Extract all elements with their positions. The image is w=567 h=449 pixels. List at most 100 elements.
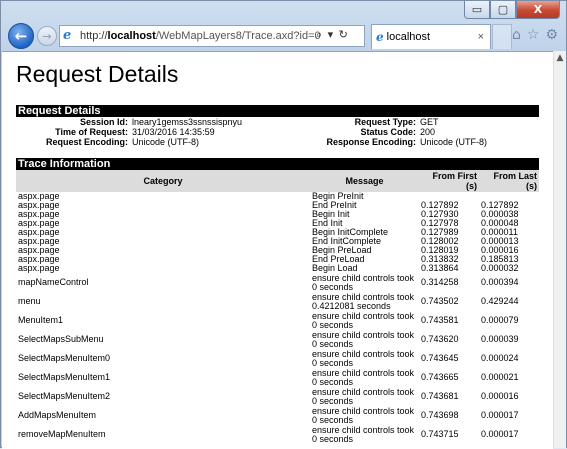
browser-toolbar: ← → e http://localhost/WebMapLayers8/Tra…: [1, 21, 566, 51]
trace-category: removeMapMenuItem: [18, 429, 106, 439]
vertical-scrollbar[interactable]: ▲: [553, 51, 566, 448]
detail-key: Session Id:: [79, 117, 128, 127]
ie-tab-icon: e: [376, 30, 384, 44]
trace-message: ensure child controls took 0 seconds: [312, 405, 415, 425]
close-icon: X: [533, 3, 543, 16]
maximize-icon: ▢: [497, 3, 509, 16]
request-detail-row: Time of Request: 31/03/2016 14:35:59 Statu…: [16, 127, 539, 137]
trace-message: ensure child controls took 0 seconds: [312, 272, 415, 292]
trace-category: aspx.page: [18, 227, 60, 237]
page-viewport: Request Details Request Details Session …: [2, 51, 553, 449]
trace-category: menu: [18, 296, 41, 306]
from-last-column-header: From Last (s): [479, 170, 539, 192]
browser-window: ▭ ▢ X ← → e http://localhost/WebMapLayer…: [0, 0, 567, 449]
trace-from-first: 0.314258: [421, 277, 459, 287]
trace-from-last: 0.429244: [481, 296, 519, 306]
detail-value: 200: [420, 127, 436, 137]
trace-from-last: 0.000032: [481, 263, 519, 273]
forward-button[interactable]: →: [37, 26, 57, 46]
request-details-header: Request Details: [16, 105, 539, 117]
trace-row: aspx.page Begin InitComplete 0.127989 0.000…: [16, 228, 539, 237]
favorites-icon[interactable]: ☆: [527, 27, 540, 43]
request-details-table: Session Id: lneary1gemss3ssnssispnyu Reque…: [16, 117, 539, 147]
trace-category: aspx.page: [18, 263, 60, 273]
trace-row: aspx.page End InitComplete 0.128002 0.00001…: [16, 237, 539, 246]
trace-message: ensure child controls took 0 seconds: [312, 367, 415, 387]
detail-value: GET: [420, 117, 439, 127]
trace-row: removeMapMenuItem ensure child controls t…: [16, 425, 539, 444]
trace-category: SelectMapsMenuItem2: [18, 391, 111, 401]
trace-category: mapNameControl: [18, 277, 89, 287]
back-button[interactable]: ←: [8, 23, 34, 49]
trace-from-first: 0.743620: [421, 334, 459, 344]
trace-row: SelectMapsMenuItem2 ensure child controls…: [16, 387, 539, 406]
trace-from-first: 0.743665: [421, 372, 459, 382]
trace-category: MenuItem1: [18, 315, 64, 325]
trace-row: menu ensure child controls took 0.4212081…: [16, 292, 539, 311]
home-icon[interactable]: ⌂: [512, 27, 521, 43]
scroll-up-icon[interactable]: ▲: [554, 53, 566, 63]
tools-icon[interactable]: ⚙: [545, 27, 558, 43]
trace-from-first: 0.743645: [421, 353, 459, 363]
from-first-column-header: From First (s): [419, 170, 479, 192]
trace-message: ensure child controls took 0 seconds: [312, 424, 415, 444]
trace-row: aspx.page Begin PreInit: [16, 192, 539, 201]
title-spacer: [16, 94, 539, 105]
detail-value: Unicode (UTF-8): [132, 137, 200, 147]
trace-message: ensure child controls took 0 seconds: [312, 386, 415, 406]
request-detail-row: Session Id: lneary1gemss3ssnssispnyu Reque…: [16, 117, 539, 127]
trace-message: ensure child controls took 0.4212081 sec…: [312, 291, 415, 311]
page-title: Request Details: [16, 61, 179, 87]
message-column-header: Message: [310, 170, 419, 192]
trace-from-first: 0.313864: [421, 263, 459, 273]
category-column-header: Category: [16, 170, 310, 192]
tab-close-icon[interactable]: ×: [478, 31, 484, 43]
minimize-icon: ▭: [471, 3, 483, 16]
trace-from-last: 0.000017: [481, 429, 519, 439]
trace-header-row: Category Message From First (s) From Las…: [16, 170, 539, 192]
trace-category: aspx.page: [18, 200, 60, 210]
tab-localhost[interactable]: e localhost ×: [371, 24, 491, 49]
ie-page-icon: e: [63, 28, 72, 43]
address-search-refresh-icons[interactable]: ⌕ ▾ ↻: [316, 28, 349, 42]
trace-from-first: 0.743581: [421, 315, 459, 325]
trace-row: MenuItem1 ensure child controls took 0 se…: [16, 311, 539, 330]
trace-category: SelectMapsSubMenu: [18, 334, 104, 344]
trace-row: aspx.page End Init 0.127978 0.000048: [16, 219, 539, 228]
trace-from-first: 0.743681: [421, 391, 459, 401]
new-tab-button[interactable]: [492, 24, 512, 49]
trace-information-header: Trace Information: [16, 158, 539, 170]
trace-category: AddMapsMenuItem: [18, 410, 97, 420]
trace-row: aspx.page End PreLoad 0.313832 0.185813: [16, 255, 539, 264]
trace-category: aspx.page: [18, 209, 60, 219]
trace-category: aspx.page: [18, 254, 60, 264]
toolbar-icons: ⌂ ☆ ⚙: [512, 27, 558, 43]
trace-from-last: 0.000394: [481, 277, 519, 287]
detail-key: Response Encoding:: [326, 137, 416, 147]
trace-row: aspx.page End PreInit 0.127892 0.127892: [16, 201, 539, 210]
trace-category: aspx.page: [18, 245, 60, 255]
detail-key: Status Code:: [360, 127, 416, 137]
address-path: /WebMapLayers8/Trace.axd?id=0: [155, 30, 321, 42]
trace-row: SelectMapsMenuItem0 ensure child controls…: [16, 349, 539, 368]
tab-title: localhost: [386, 31, 431, 43]
request-detail-row: Request Encoding: Unicode (UTF-8) Response…: [16, 137, 539, 147]
trace-row: aspx.page Begin PreLoad 0.128019 0.000016: [16, 246, 539, 255]
back-arrow-icon: ←: [14, 27, 28, 45]
trace-row: aspx.page Begin Load 0.313864 0.000032: [16, 264, 539, 273]
close-button[interactable]: X: [516, 1, 560, 19]
trace-row: mapNameControl ensure child controls took…: [16, 273, 539, 292]
trace-message: ensure child controls took 0 seconds: [312, 310, 415, 330]
trace-category: aspx.page: [18, 218, 60, 228]
trace-from-last: 0.000017: [481, 410, 519, 420]
trace-message: Begin Load: [312, 263, 358, 273]
trace-row: SelectMapsSubMenu ensure child controls t…: [16, 330, 539, 349]
trace-category: SelectMapsMenuItem0: [18, 353, 111, 363]
minimize-button[interactable]: ▭: [464, 1, 490, 19]
maximize-button[interactable]: ▢: [490, 1, 516, 19]
trace-message: ensure child controls took 0 seconds: [312, 329, 415, 349]
trace-from-last: 0.000039: [481, 334, 519, 344]
detail-key: Time of Request:: [55, 127, 128, 137]
trace-row: aspx.page Begin Init 0.127930 0.000038: [16, 210, 539, 219]
